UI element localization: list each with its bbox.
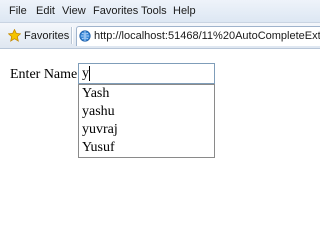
autocomplete-list: Yash yashu yuvraj Yusuf <box>78 84 215 158</box>
toolbar-separator <box>71 27 73 44</box>
favorites-button-label[interactable]: Favorites <box>24 30 69 43</box>
menu-edit[interactable]: Edit <box>36 4 55 18</box>
menu-favorites[interactable]: Favorites <box>93 4 138 18</box>
suggestion-item[interactable]: Yash <box>79 85 214 103</box>
name-input[interactable] <box>78 63 215 84</box>
page-icon <box>79 30 91 42</box>
menu-bar: File Edit View Favorites Tools Help <box>0 0 320 23</box>
menu-tools[interactable]: Tools <box>141 4 167 18</box>
enter-name-label: Enter Name <box>10 67 78 82</box>
text-caret <box>89 66 90 81</box>
menu-view[interactable]: View <box>62 4 86 18</box>
suggestion-item[interactable]: Yusuf <box>79 139 214 157</box>
menu-file[interactable]: File <box>9 4 27 18</box>
tab-title[interactable]: http://localhost:51468/11%20AutoComplete… <box>94 30 320 43</box>
suggestion-item[interactable]: yashu <box>79 103 214 121</box>
menu-help[interactable]: Help <box>173 4 196 18</box>
star-icon[interactable] <box>8 29 21 42</box>
suggestion-item[interactable]: yuvraj <box>79 121 214 139</box>
